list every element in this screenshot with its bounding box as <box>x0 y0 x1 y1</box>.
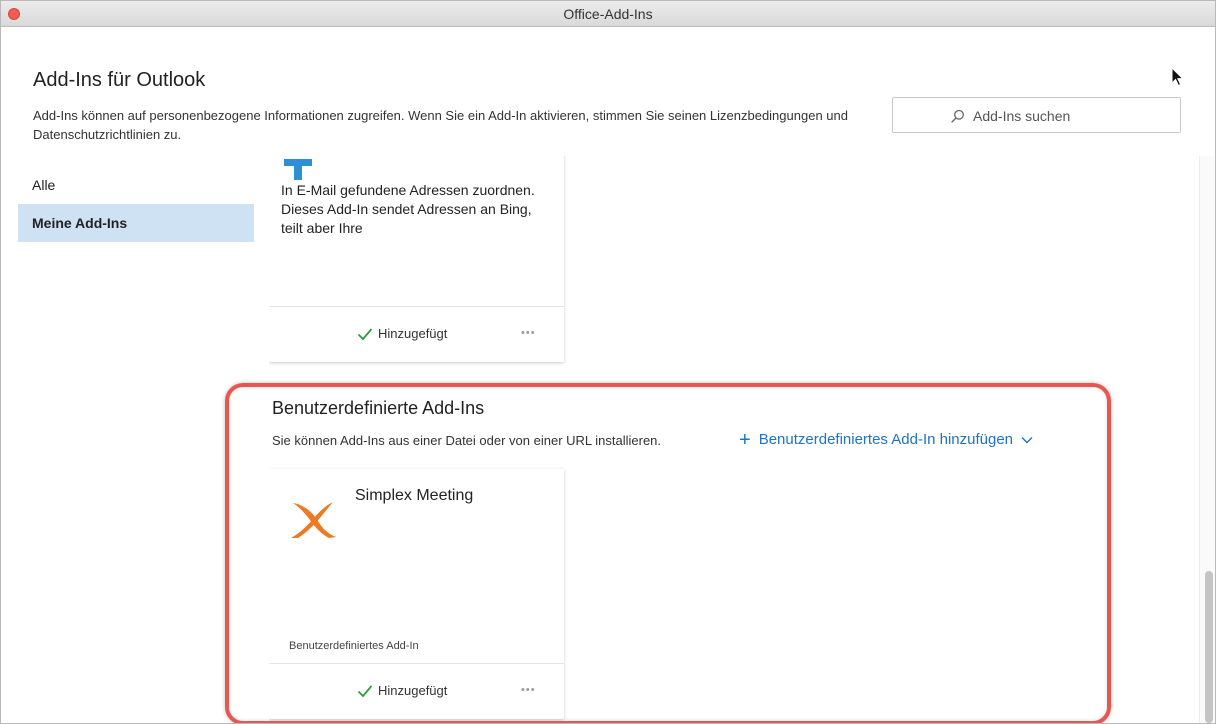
office-addins-window: Office-Add-Ins Add-Ins für Outlook Add-I… <box>0 0 1216 724</box>
checkmark-icon <box>357 327 373 340</box>
title-bar: Office-Add-Ins <box>1 1 1215 27</box>
maps-status-label: Hinzugefügt <box>378 326 448 341</box>
mouse-pointer-icon <box>1171 67 1185 87</box>
search-box[interactable] <box>892 97 1181 133</box>
more-options-icon[interactable]: ••• <box>521 685 536 696</box>
custom-addins-heading: Benutzerdefinierte Add-Ins <box>272 398 485 418</box>
maps-added-status: Hinzugefügt <box>357 326 447 341</box>
maps-addin-description: In E-Mail gefundene Adressen zuordnen. D… <box>281 182 535 236</box>
chevron-down-icon <box>1021 436 1033 443</box>
simplex-x-logo <box>291 502 336 538</box>
maps-addin-card[interactable]: In E-Mail gefundene Adressen zuordnen. D… <box>269 156 564 362</box>
sidebar: Alle Meine Add-Ins <box>18 166 254 242</box>
sidebar-item-alle[interactable]: Alle <box>18 166 254 204</box>
scrollbar-thumb[interactable] <box>1205 571 1213 723</box>
more-options-icon[interactable]: ••• <box>521 328 536 339</box>
addins-list: In E-Mail gefundene Adressen zuordnen. D… <box>269 156 1199 723</box>
custom-addins-description: Sie können Add-Ins aus einer Datei oder … <box>272 433 662 448</box>
map-pin-icon <box>284 159 312 180</box>
add-custom-addin-button[interactable]: + Benutzerdefiniertes Add-In hinzufügen <box>739 428 1033 451</box>
maps-card-footer: Hinzugefügt ••• <box>269 306 564 362</box>
page-title: Add-Ins für Outlook <box>33 69 206 91</box>
simplex-status-label: Hinzugefügt <box>378 683 448 698</box>
simplex-card-footer: Hinzugefügt ••• <box>269 663 564 719</box>
plus-icon: + <box>739 428 751 451</box>
simplex-addin-type: Benutzerdefiniertes Add-In <box>289 640 419 652</box>
privacy-notice: Add-Ins können auf personenbezogene Info… <box>33 108 848 142</box>
simplex-addin-name: Simplex Meeting <box>355 487 474 504</box>
simplex-added-status: Hinzugefügt <box>357 683 447 698</box>
sidebar-item-meine-add-ins[interactable]: Meine Add-Ins <box>18 204 254 242</box>
window-title: Office-Add-Ins <box>563 6 653 22</box>
add-custom-addin-label: Benutzerdefiniertes Add-In hinzufügen <box>758 431 1014 448</box>
checkmark-icon <box>357 684 373 697</box>
search-icon <box>951 109 964 123</box>
search-input[interactable] <box>973 106 1163 126</box>
vertical-scrollbar[interactable] <box>1199 156 1215 723</box>
simplex-meeting-card[interactable]: Simplex Meeting Benutzerdefiniertes Add-… <box>269 469 564 719</box>
